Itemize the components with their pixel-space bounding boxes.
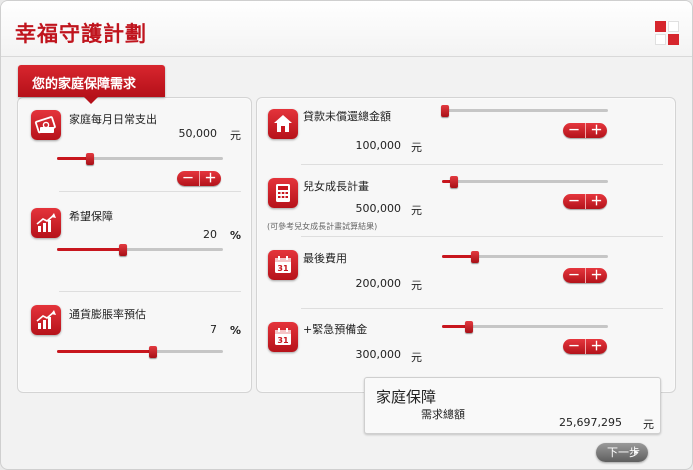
chart-icon bbox=[31, 208, 61, 238]
emergency-label: +緊急預備金 bbox=[303, 323, 368, 336]
emergency-value: 300,000 bbox=[355, 348, 402, 361]
final-expense-value: 200,000 bbox=[355, 277, 402, 290]
inflation-label: 通貨膨脹率預估 bbox=[69, 308, 146, 321]
slider-fill bbox=[57, 350, 154, 353]
inflation-slider[interactable] bbox=[57, 346, 223, 358]
increase-button[interactable]: ＋ bbox=[585, 123, 607, 138]
divider bbox=[301, 236, 663, 237]
final-expense-unit: 元 bbox=[411, 279, 422, 292]
svg-text:31: 31 bbox=[277, 264, 289, 273]
loan-value: 100,000 bbox=[355, 139, 402, 152]
increase-button[interactable]: ＋ bbox=[585, 339, 607, 354]
decrease-button[interactable]: － bbox=[177, 171, 199, 186]
children-unit: 元 bbox=[411, 204, 422, 217]
final-expense-label: 最後費用 bbox=[303, 252, 347, 265]
section-banner: 您的家庭保障需求 bbox=[18, 65, 165, 97]
slider-thumb[interactable] bbox=[149, 346, 158, 358]
logo-icon bbox=[655, 21, 681, 49]
page-title: 幸福守護計劃 bbox=[15, 22, 147, 46]
monthly-expense-unit: 元 bbox=[230, 129, 241, 142]
monthly-expense-slider[interactable] bbox=[57, 153, 223, 165]
emergency-slider[interactable] bbox=[442, 321, 608, 333]
next-button[interactable]: 下一步 ▸ bbox=[596, 443, 648, 462]
loan-label: 貸款未償還總金額 bbox=[303, 110, 391, 123]
inflation-unit: % bbox=[230, 324, 242, 337]
right-panel bbox=[256, 97, 676, 393]
summary-title: 家庭保障 bbox=[376, 388, 437, 406]
slider-thumb[interactable] bbox=[464, 321, 473, 333]
summary-subtitle: 需求總額 bbox=[421, 408, 465, 421]
divider bbox=[59, 191, 241, 192]
calendar-icon: 31 bbox=[268, 322, 298, 352]
children-label: 兒女成長計畫 bbox=[303, 180, 369, 193]
final-expense-stepper: － ＋ bbox=[563, 268, 607, 283]
loan-stepper: － ＋ bbox=[563, 123, 607, 138]
chevron-right-icon: ▸ bbox=[635, 448, 639, 456]
divider bbox=[301, 164, 663, 165]
header: 幸福守護計劃 bbox=[1, 1, 692, 57]
decrease-button[interactable]: － bbox=[563, 123, 585, 138]
slider-thumb[interactable] bbox=[449, 176, 458, 188]
children-note[interactable]: (可參考兒女成長計畫試算結果) bbox=[267, 221, 377, 232]
slider-thumb[interactable] bbox=[471, 251, 480, 263]
slider-track bbox=[442, 180, 608, 183]
coverage-value: 20 bbox=[203, 228, 217, 241]
monthly-expense-value: 50,000 bbox=[178, 127, 218, 140]
children-value: 500,000 bbox=[355, 202, 402, 215]
house-icon bbox=[268, 109, 298, 139]
final-expense-slider[interactable] bbox=[442, 251, 608, 263]
divider bbox=[59, 291, 241, 292]
summary-unit: 元 bbox=[643, 418, 654, 431]
increase-button[interactable]: ＋ bbox=[199, 171, 221, 186]
loan-unit: 元 bbox=[411, 141, 422, 154]
children-slider[interactable] bbox=[442, 176, 608, 188]
summary-total: 25,697,295 bbox=[559, 416, 622, 429]
slider-fill bbox=[57, 248, 124, 251]
loan-slider[interactable] bbox=[441, 105, 608, 117]
increase-button[interactable]: ＋ bbox=[585, 194, 607, 209]
slider-track bbox=[442, 109, 608, 112]
summary-box: 家庭保障 需求總額 25,697,295 元 bbox=[364, 377, 661, 434]
calculator-icon bbox=[268, 178, 298, 208]
decrease-button[interactable]: － bbox=[563, 268, 585, 283]
money-icon bbox=[31, 110, 61, 140]
svg-text:31: 31 bbox=[277, 336, 289, 345]
slider-thumb[interactable] bbox=[441, 105, 450, 117]
decrease-button[interactable]: － bbox=[563, 339, 585, 354]
calendar-icon: 31 bbox=[268, 250, 298, 280]
monthly-expense-stepper: － ＋ bbox=[177, 171, 221, 186]
banner-arrow bbox=[84, 97, 98, 104]
increase-button[interactable]: ＋ bbox=[585, 268, 607, 283]
children-stepper: － ＋ bbox=[563, 194, 607, 209]
decrease-button[interactable]: － bbox=[563, 194, 585, 209]
slider-thumb[interactable] bbox=[119, 244, 128, 256]
chart-icon bbox=[31, 305, 61, 335]
emergency-unit: 元 bbox=[411, 351, 422, 364]
slider-thumb[interactable] bbox=[86, 153, 95, 165]
app-window: 幸福守護計劃 您的家庭保障需求 家庭每月日常支出 50,000 元 － ＋ 希望… bbox=[0, 0, 693, 470]
inflation-value: 7 bbox=[210, 323, 217, 336]
emergency-stepper: － ＋ bbox=[563, 339, 607, 354]
coverage-unit: % bbox=[230, 229, 242, 242]
divider bbox=[301, 308, 663, 309]
coverage-label: 希望保障 bbox=[69, 210, 113, 223]
monthly-expense-label: 家庭每月日常支出 bbox=[69, 113, 157, 126]
coverage-slider[interactable] bbox=[57, 244, 223, 256]
